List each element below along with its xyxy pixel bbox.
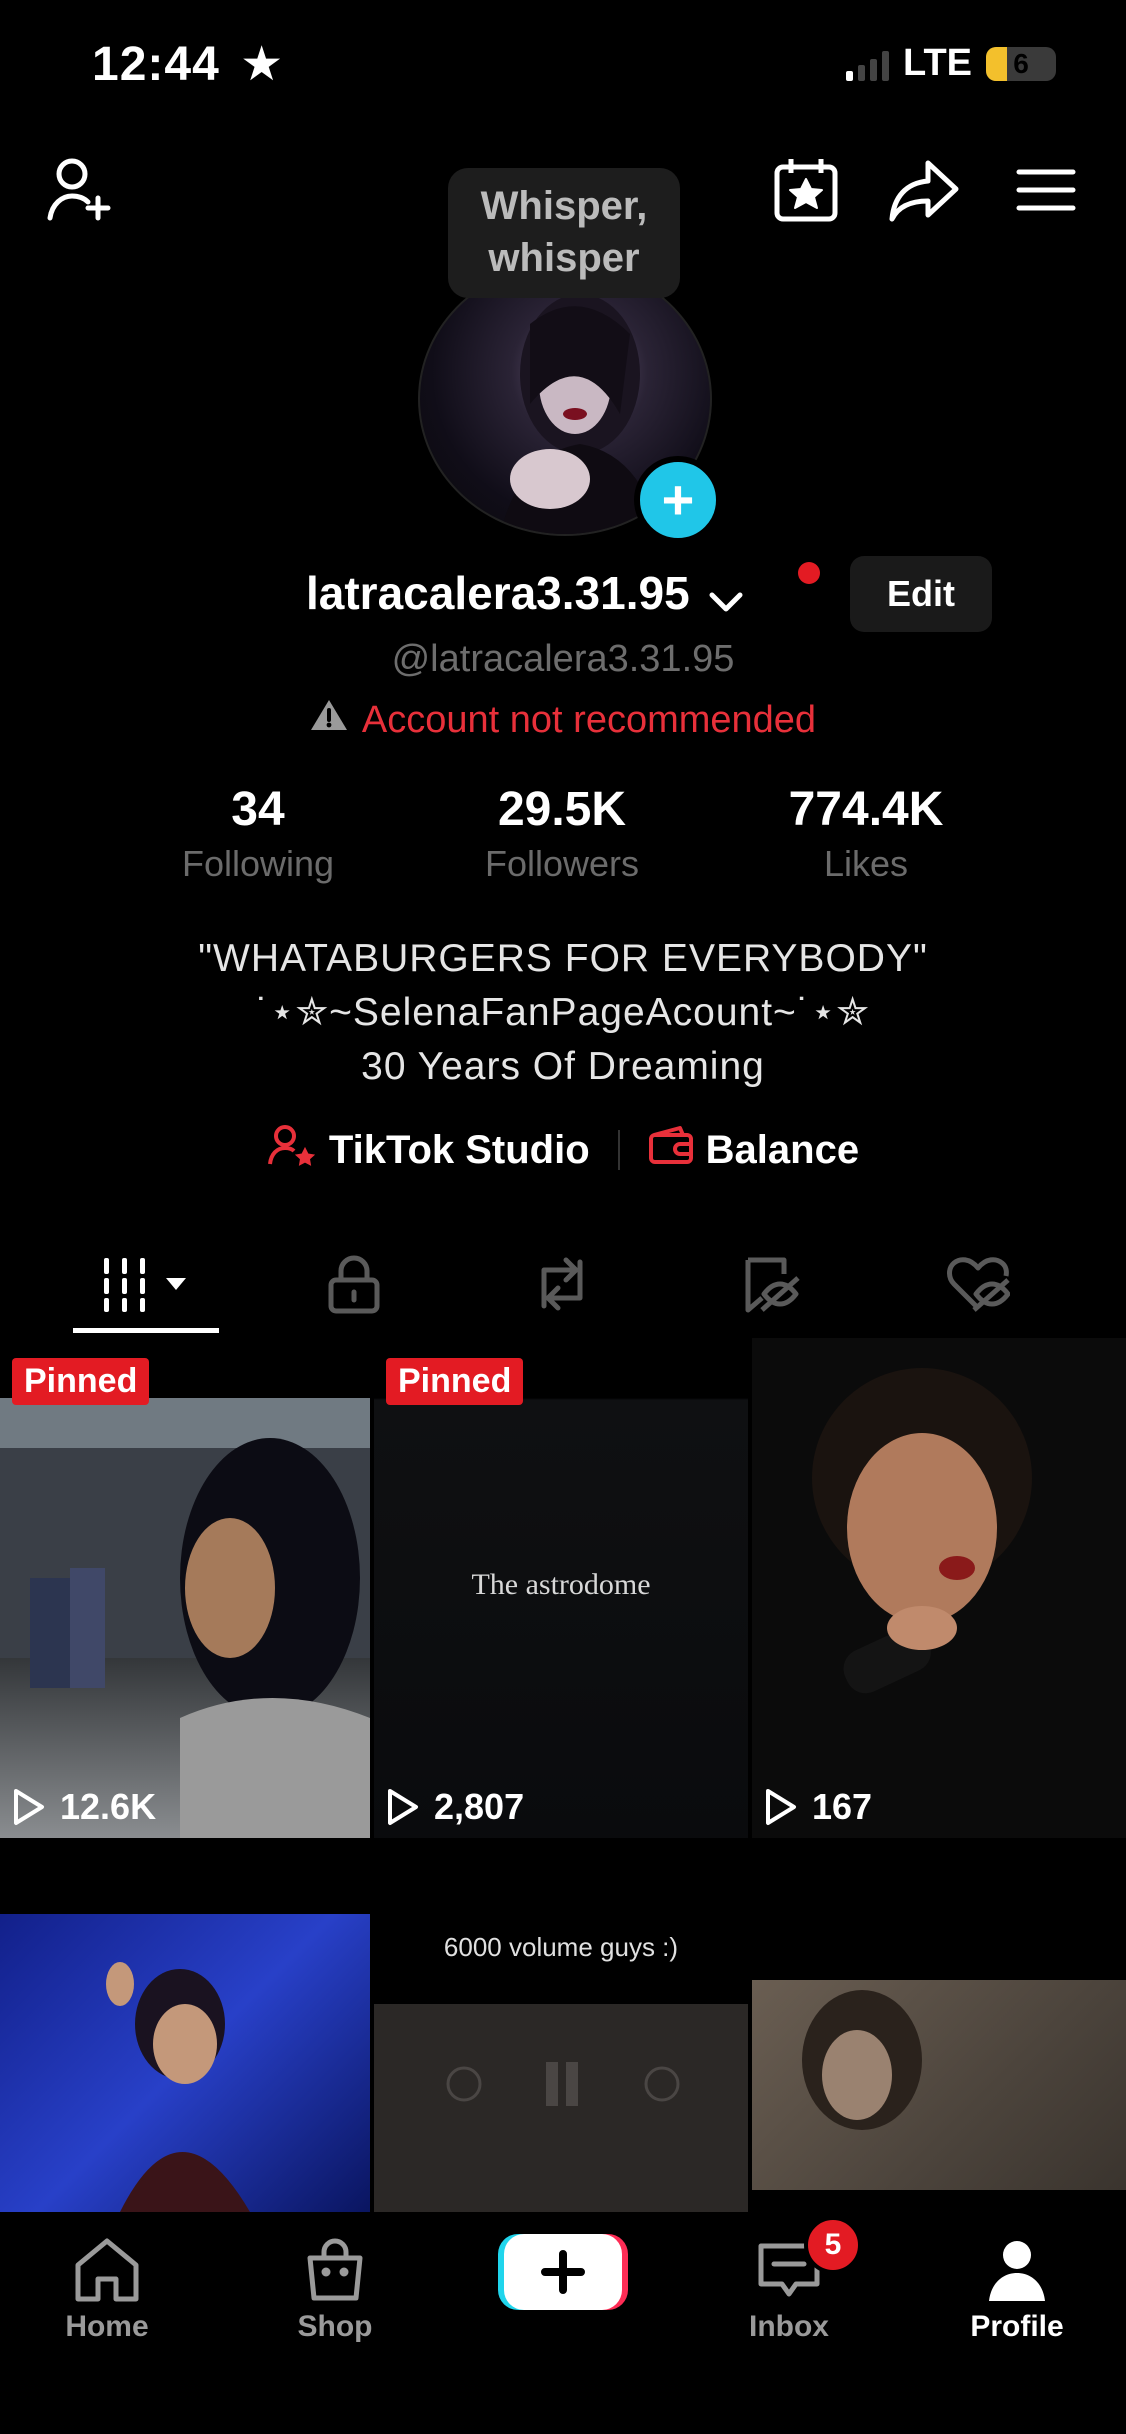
following-label: Following (181, 843, 335, 884)
active-tab-indicator (73, 1328, 219, 1333)
avatar-tooltip: Whisper, whisper (448, 168, 680, 298)
video-thumbnail (374, 2004, 748, 2212)
account-warning[interactable]: Account not recommended (0, 698, 1126, 742)
tiktok-studio-link[interactable]: TikTok Studio (267, 1122, 590, 1178)
video-thumbnail (812, 1368, 1032, 1694)
status-indicators: LTE 6 (846, 42, 1056, 85)
bio-line-2: ˙⋆✮~SelenaFanPageAcount~˙⋆✮ (256, 991, 870, 1034)
view-count: 12.6K (12, 1786, 156, 1828)
profile-handle: @latracalera3.31.95 (391, 638, 735, 680)
stat-followers[interactable]: 29.5K Followers (432, 782, 692, 885)
pinned-badge: Pinned (386, 1358, 524, 1405)
heart-hidden-icon (946, 1254, 1011, 1319)
calendar-star-icon[interactable] (766, 150, 846, 230)
repost-icon (530, 1254, 594, 1319)
video-tile[interactable] (752, 1914, 1126, 2212)
tab-private[interactable] (264, 1236, 444, 1336)
video-tile[interactable] (0, 1914, 370, 2212)
nav-shop-label: Shop (297, 2310, 373, 2343)
view-count: 167 (764, 1786, 872, 1828)
menu-icon[interactable] (1006, 150, 1086, 230)
video-tile[interactable]: Pinned The astrodome 2,807 (374, 1338, 748, 1838)
carrier-label: LTE (903, 42, 972, 84)
view-count-text: 167 (812, 1786, 873, 1827)
pinned-badge: Pinned (12, 1358, 150, 1405)
chevron-down-icon (708, 570, 744, 624)
username: latracalera3.31.95 (306, 567, 690, 619)
notification-dot (798, 562, 820, 584)
video-tile[interactable]: Pinned 12.6K (0, 1338, 370, 1838)
signal-icon (846, 47, 890, 81)
inbox-badge: 5 (804, 2216, 862, 2274)
video-tile[interactable]: 167 (752, 1338, 1126, 1838)
nav-profile[interactable]: Profile (937, 2230, 1097, 2344)
tooltip-line-1: Whisper, (480, 184, 648, 228)
nav-inbox-label: Inbox (749, 2310, 829, 2343)
username-switcher[interactable]: latracalera3.31.95 (306, 566, 744, 624)
warning-icon (310, 698, 348, 742)
nav-profile-label: Profile (970, 2310, 1064, 2343)
followers-label: Followers (484, 843, 640, 884)
plus-icon (498, 2234, 628, 2310)
stat-following[interactable]: 34 Following (128, 782, 388, 885)
shopping-bag-icon (255, 2230, 415, 2310)
view-count-text: 2,807 (434, 1786, 525, 1827)
play-icon (388, 1789, 418, 1825)
bookmark-hidden-icon (740, 1254, 800, 1319)
view-count-text: 12.6K (60, 1786, 157, 1827)
profile-bio: "WHATABURGERS FOR EVERYBODY" ˙⋆✮~SelenaF… (0, 932, 1126, 1094)
share-icon[interactable] (884, 150, 964, 230)
followers-count: 29.5K (497, 783, 627, 836)
play-icon (14, 1789, 44, 1825)
edit-profile-button[interactable]: Edit (850, 556, 992, 632)
video-thumbnail (106, 1962, 250, 2212)
video-thumbnail (752, 1980, 1126, 2190)
profile-icon (937, 2230, 1097, 2310)
video-overlay-text: 6000 volume guys :) (443, 1932, 679, 1962)
bottom-navigation: Home Shop Inbox Profile (0, 2212, 1126, 2434)
tooltip-line-2: whisper (488, 236, 640, 280)
battery-level: 6 (1013, 47, 1029, 79)
create-button[interactable] (498, 2230, 628, 2314)
play-icon (766, 1789, 796, 1825)
creator-links: TikTok Studio Balance (0, 1122, 1126, 1178)
bio-line-3: 30 Years Of Dreaming (361, 1045, 765, 1088)
likes-label: Likes (823, 843, 909, 884)
video-overlay-text: The astrodome (471, 1568, 651, 1601)
bio-line-1: "WHATABURGERS FOR EVERYBODY" (198, 937, 928, 980)
video-thumbnail (0, 1398, 370, 1838)
studio-user-star-icon (267, 1122, 317, 1178)
nav-home-label: Home (65, 2310, 149, 2343)
tab-liked[interactable] (888, 1236, 1068, 1336)
stat-likes[interactable]: 774.4K Likes (736, 782, 996, 885)
home-icon (27, 2230, 187, 2310)
battery-icon: 6 (986, 46, 1056, 81)
lock-icon (326, 1254, 382, 1319)
video-tile[interactable]: 6000 volume guys :) (374, 1914, 748, 2212)
following-count: 34 (231, 783, 285, 836)
add-avatar-plus-icon[interactable]: + (634, 456, 722, 544)
tab-videos[interactable] (56, 1236, 236, 1336)
nav-home[interactable]: Home (27, 2230, 187, 2344)
nav-shop[interactable]: Shop (255, 2230, 415, 2344)
tab-reposts[interactable] (472, 1236, 652, 1336)
time-text: 12:44 (92, 38, 220, 91)
add-friend-icon[interactable] (40, 150, 120, 230)
balance-label: Balance (705, 1127, 860, 1172)
tab-favorites[interactable] (680, 1236, 860, 1336)
content-tabs (0, 1236, 1126, 1340)
likes-count: 774.4K (788, 783, 944, 836)
status-time: 12:44 ★ (92, 36, 284, 92)
star-icon: ★ (240, 38, 285, 91)
warning-text: Account not recommended (361, 698, 817, 741)
grid-icon (100, 1254, 192, 1319)
link-divider (617, 1130, 620, 1170)
view-count: 2,807 (386, 1786, 524, 1828)
studio-label: TikTok Studio (328, 1127, 590, 1172)
balance-link[interactable]: Balance (648, 1125, 859, 1175)
wallet-icon (648, 1125, 694, 1175)
